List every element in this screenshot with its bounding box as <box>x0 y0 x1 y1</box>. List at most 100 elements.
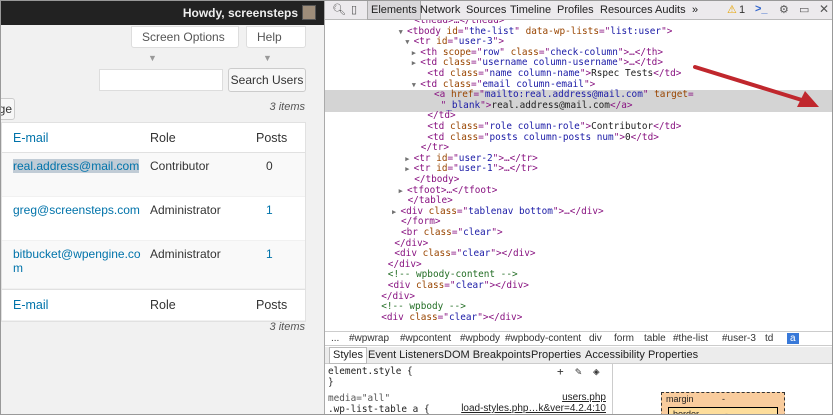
dom-token: role column-role <box>489 121 580 132</box>
settings-gear-icon[interactable]: ⚙ <box>779 3 789 16</box>
user-email-line1[interactable]: bitbucket@wpengine.co <box>13 247 141 261</box>
dom-token: username column-username <box>482 57 618 69</box>
tab-network[interactable]: Network <box>417 1 463 20</box>
dom-node-line[interactable]: <td class="posts column-posts num">0</td… <box>427 132 658 144</box>
tab-resources[interactable]: Resources <box>597 1 656 20</box>
expanded-triangle-icon[interactable]: ▼ <box>412 81 420 89</box>
user-email-link[interactable]: bitbucket@wpengine.co m <box>13 247 153 275</box>
console-drawer-icon[interactable]: >_ <box>755 3 768 15</box>
breadcrumb-item[interactable]: div <box>589 333 602 344</box>
tab-styles[interactable]: Styles <box>329 347 367 364</box>
user-email-link[interactable]: real.address@mail.com <box>13 159 140 173</box>
dom-token: ">…</tr> <box>492 152 538 164</box>
help-button[interactable]: Help ▼ <box>246 26 306 63</box>
email-column-header[interactable]: E-mail <box>13 131 133 145</box>
collapsed-triangle-icon[interactable]: ▶ <box>399 187 407 195</box>
warning-icon[interactable]: ⚠ <box>727 3 737 16</box>
user-posts-link[interactable]: 1 <box>266 203 273 217</box>
dom-token: check-column <box>550 46 618 58</box>
screenshot-root: Howdy, screensteps Screen Options ▼ Help ▼… <box>0 0 833 415</box>
search-users-button[interactable]: Search Users <box>228 68 306 92</box>
tab-profiles[interactable]: Profiles <box>554 1 597 20</box>
tab-timeline[interactable]: Timeline <box>507 1 554 20</box>
collapsed-triangle-icon[interactable]: ▶ <box>412 49 420 57</box>
dom-token: =" <box>444 280 456 291</box>
user-email-link-text[interactable]: real.address@mail.com <box>13 159 140 173</box>
dom-token: id <box>436 36 448 48</box>
tab-accessibility-properties[interactable]: Accessibility Properties <box>582 349 701 361</box>
style-source-link[interactable]: users.php <box>562 392 606 403</box>
dom-node-line[interactable]: <div class="clear"></div> <box>381 311 522 324</box>
tab-dom-breakpoints[interactable]: DOM Breakpoints <box>441 349 534 361</box>
dom-token: "></div> <box>483 280 529 291</box>
dom-token: <td <box>427 68 450 79</box>
style-rule-selector[interactable]: element.style { <box>328 366 413 377</box>
expanded-triangle-icon[interactable]: ▼ <box>405 38 413 46</box>
warning-count[interactable]: 1 <box>739 4 745 16</box>
user-email-link[interactable]: greg@screensteps.com <box>13 203 143 217</box>
dom-token: </table> <box>407 195 453 207</box>
breadcrumb-item[interactable]: #user-3 <box>722 333 756 344</box>
dom-token: "> <box>583 78 596 90</box>
tab-properties[interactable]: Properties <box>528 349 584 361</box>
search-users-input[interactable] <box>99 69 223 91</box>
table-row: greg@screensteps.com Administrator 1 <box>2 197 305 241</box>
tab-more[interactable]: » <box>689 1 701 20</box>
collapsed-triangle-icon[interactable]: ▶ <box>405 155 413 163</box>
breadcrumb-item[interactable]: ... <box>331 333 339 344</box>
box-model-margin[interactable]: margin - border - <box>661 392 785 415</box>
tab-audits[interactable]: Audits <box>652 1 689 20</box>
border-value: - <box>725 409 728 415</box>
dom-token: ">…</th> <box>617 46 663 58</box>
dom-token: "> <box>579 121 592 132</box>
color-format-icon[interactable]: ◈ <box>593 365 600 378</box>
dom-token: "> <box>491 227 503 238</box>
tab-sources[interactable]: Sources <box>463 1 509 20</box>
breadcrumb-item[interactable]: #wpwrap <box>349 333 389 344</box>
add-style-icon[interactable]: + <box>557 365 564 378</box>
screen-options-button[interactable]: Screen Options ▼ <box>131 26 239 63</box>
device-mode-icon[interactable]: ▯ <box>351 3 357 16</box>
close-icon[interactable]: ✕ <box>819 2 829 16</box>
breadcrumb-item[interactable]: td <box>765 333 773 344</box>
dom-token: mailto:real.address@mail.com <box>484 89 643 101</box>
dom-token: =" <box>447 152 459 164</box>
posts-column-footer[interactable]: Posts <box>256 298 287 312</box>
expanded-triangle-icon[interactable]: ▼ <box>399 28 407 36</box>
search-icon[interactable]: 🔍︎ <box>332 3 346 16</box>
collapsed-triangle-icon[interactable]: ▶ <box>412 59 420 67</box>
dom-token: </div> <box>394 237 429 249</box>
collapsed-triangle-icon[interactable]: ▶ <box>405 165 413 173</box>
border-label: border <box>673 409 700 415</box>
bulk-apply-button[interactable]: ge <box>1 98 15 120</box>
box-model-border[interactable]: border - <box>668 407 778 415</box>
breadcrumb-item[interactable]: #wpcontent <box>400 333 451 344</box>
dom-node-line[interactable]: "_blank">real.address@mail.com</a> <box>441 100 633 112</box>
dom-token: "> <box>492 36 504 48</box>
breadcrumb-item[interactable]: #the-list <box>673 333 708 344</box>
triangle-down-icon: ▼ <box>148 53 157 63</box>
tab-event-listeners[interactable]: Event Listeners <box>365 349 447 361</box>
breadcrumb-item[interactable]: form <box>614 333 634 344</box>
style-rule-selector[interactable]: .wp-list-table a { <box>328 404 430 414</box>
dom-token: =" <box>437 311 449 323</box>
pin-icon[interactable]: ✎ <box>575 365 582 378</box>
email-column-footer[interactable]: E-mail <box>13 298 133 312</box>
user-email-line2[interactable]: m <box>13 261 23 275</box>
howdy-greeting[interactable]: Howdy, screensteps <box>183 6 298 20</box>
style-source-link[interactable]: load-styles.php…k&ver=4.2.4:10 <box>461 403 606 414</box>
breadcrumb-item[interactable]: #wpbody <box>460 333 500 344</box>
breadcrumb-item[interactable]: a <box>787 333 799 344</box>
dom-token: <div <box>387 280 417 291</box>
posts-column-header[interactable]: Posts <box>256 131 287 145</box>
breadcrumb-item[interactable]: #wpbody-content <box>505 333 581 344</box>
tab-elements[interactable]: Elements <box>367 1 421 20</box>
user-posts-link[interactable]: 1 <box>266 247 273 261</box>
dom-token: <!-- wpbody-content --> <box>387 269 518 281</box>
dom-token: =" <box>451 227 464 238</box>
dom-token: <br <box>401 227 424 238</box>
dock-side-icon[interactable]: ▭ <box>799 3 809 16</box>
breadcrumb-item[interactable]: table <box>644 333 666 344</box>
avatar[interactable] <box>302 5 316 20</box>
dom-token: name column-name <box>489 68 580 79</box>
